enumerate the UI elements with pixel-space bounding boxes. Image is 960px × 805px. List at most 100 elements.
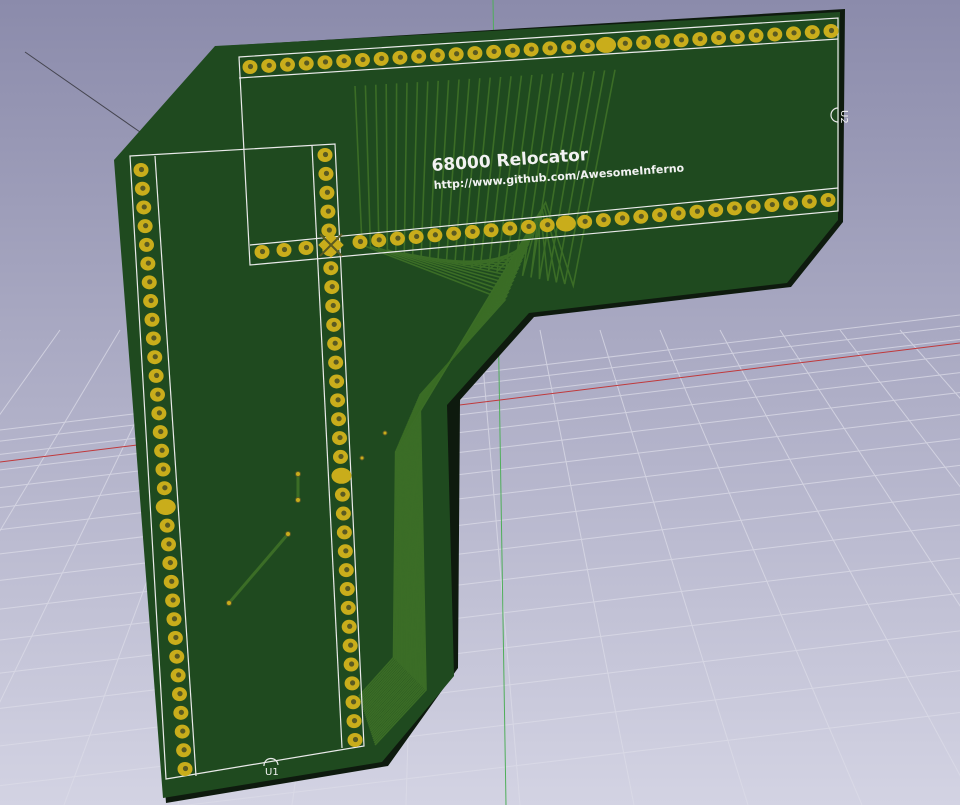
u2-bottom-pad: [555, 215, 576, 232]
u1-left-pad: [150, 387, 165, 402]
u2-top-pad: [673, 33, 689, 48]
u2-top-pad: [354, 53, 370, 68]
u2-top-pad: [336, 54, 352, 69]
u2-top-pad: [542, 41, 558, 56]
u1-left-pad: [143, 294, 159, 309]
u2-bottom-pad: [670, 206, 686, 221]
u1-right-pad: [326, 317, 342, 332]
crosshair-pad-icon: [318, 232, 344, 258]
u1-left-pad: [156, 481, 172, 496]
u2-bottom-pad: [371, 233, 387, 248]
u1-right-pad: [331, 467, 352, 484]
u2-top-pad: [392, 50, 408, 65]
u2-top-pad: [486, 44, 502, 59]
u1-right-pad: [324, 280, 340, 295]
u1-right-pad: [327, 336, 343, 351]
u1-left-pad: [161, 537, 176, 552]
u1-left-pad: [159, 518, 175, 533]
u1-left-pad: [165, 593, 181, 608]
u1-left-pad: [144, 312, 160, 327]
u1-right-pad: [319, 185, 335, 200]
u2-bottom-pad: [483, 223, 499, 238]
u2-top-pad: [261, 58, 277, 73]
u2-top-pad: [729, 29, 745, 44]
u1-left-pad: [177, 762, 193, 776]
u2-top-pad: [636, 35, 652, 50]
u2-top-pad: [242, 60, 258, 74]
3d-viewer-canvas[interactable]: 68000 Relocator http://www.github.com/Aw…: [0, 0, 960, 805]
u1-right-pad: [337, 544, 353, 559]
u2-top-pad: [617, 36, 633, 51]
u2-top-pad: [804, 25, 820, 40]
u1-right-pad: [347, 733, 363, 747]
u2-top-pad: [411, 49, 427, 64]
u2-top-pad: [523, 42, 539, 57]
u2-top-pad: [561, 40, 577, 55]
u2-bottom-pad: [689, 204, 705, 219]
u1-left-pad: [163, 574, 179, 589]
u2-bottom-pad: [298, 241, 314, 255]
u2-bottom-pad: [276, 243, 292, 257]
u1-left-pad: [148, 368, 164, 383]
u2-bottom-pad: [801, 194, 817, 209]
u2-bottom-pad: [446, 226, 462, 241]
u2-bottom-pad: [783, 196, 799, 211]
u1-left-pad: [155, 498, 176, 515]
u1-left-pad: [147, 350, 163, 365]
u2-top-pad: [654, 34, 670, 49]
u2-top-pad: [786, 26, 802, 41]
u1-right-pad: [338, 563, 354, 578]
u1-left-pad: [167, 630, 183, 645]
u1-left-pad: [176, 743, 192, 758]
u2-bottom-pad: [502, 221, 518, 236]
u1-right-pad: [317, 148, 333, 162]
u1-left-pad: [169, 649, 185, 664]
u1-right-pad: [345, 695, 361, 710]
u1-right-pad: [340, 600, 356, 615]
u1-left-pad: [172, 687, 187, 702]
u2-bottom-pad: [520, 219, 536, 234]
u1-right-pad: [332, 431, 348, 446]
u1-left-pad: [137, 219, 153, 234]
u1-right-pad: [342, 638, 358, 653]
u1-left-pad: [152, 425, 168, 440]
u2-bottom-pad: [726, 201, 742, 216]
u2-bottom-pad: [745, 199, 761, 214]
u2-bottom-pad: [254, 245, 270, 259]
u1-right-pad: [332, 449, 348, 464]
u1-right-pad: [328, 355, 344, 370]
u1-right-pad: [330, 393, 346, 408]
u2-bottom-pad: [427, 228, 443, 243]
u2-top-pad: [767, 27, 783, 42]
u1-left-pad: [170, 668, 186, 683]
u1-left-pad: [139, 237, 154, 252]
u1-right-pad: [325, 298, 341, 313]
u1-left-pad: [133, 163, 149, 177]
u2-top-pad: [298, 56, 314, 71]
u1-right-pad: [346, 714, 362, 729]
u2-top-pad: [711, 30, 727, 45]
u1-right-pad: [341, 619, 357, 634]
u2-top-pad: [748, 28, 764, 43]
u2-bottom-pad: [633, 209, 649, 224]
u2-bottom-pad: [408, 229, 424, 244]
u1-left-pad: [136, 200, 152, 215]
u2-bottom-pad: [820, 193, 836, 207]
u2-top-pad: [373, 51, 389, 66]
u1-left-pad: [140, 256, 156, 271]
u1-right-pad: [334, 487, 350, 502]
u2-top-pad: [504, 43, 520, 58]
u1-left-pad: [151, 406, 167, 421]
u1-right-pad: [335, 506, 351, 521]
u1-right-pad: [336, 525, 352, 540]
u2-bottom-pad: [389, 231, 405, 246]
u2-top-pad: [429, 48, 445, 63]
u2-top-pad: [692, 32, 708, 47]
u1-left-pad: [154, 443, 170, 458]
u1-right-pad: [344, 676, 360, 691]
u2-top-pad: [596, 36, 617, 53]
u1-right-pad: [323, 261, 339, 276]
u1-left-pad: [174, 724, 190, 739]
u2-reference: U2: [838, 110, 849, 124]
u1-left-pad: [141, 275, 157, 290]
